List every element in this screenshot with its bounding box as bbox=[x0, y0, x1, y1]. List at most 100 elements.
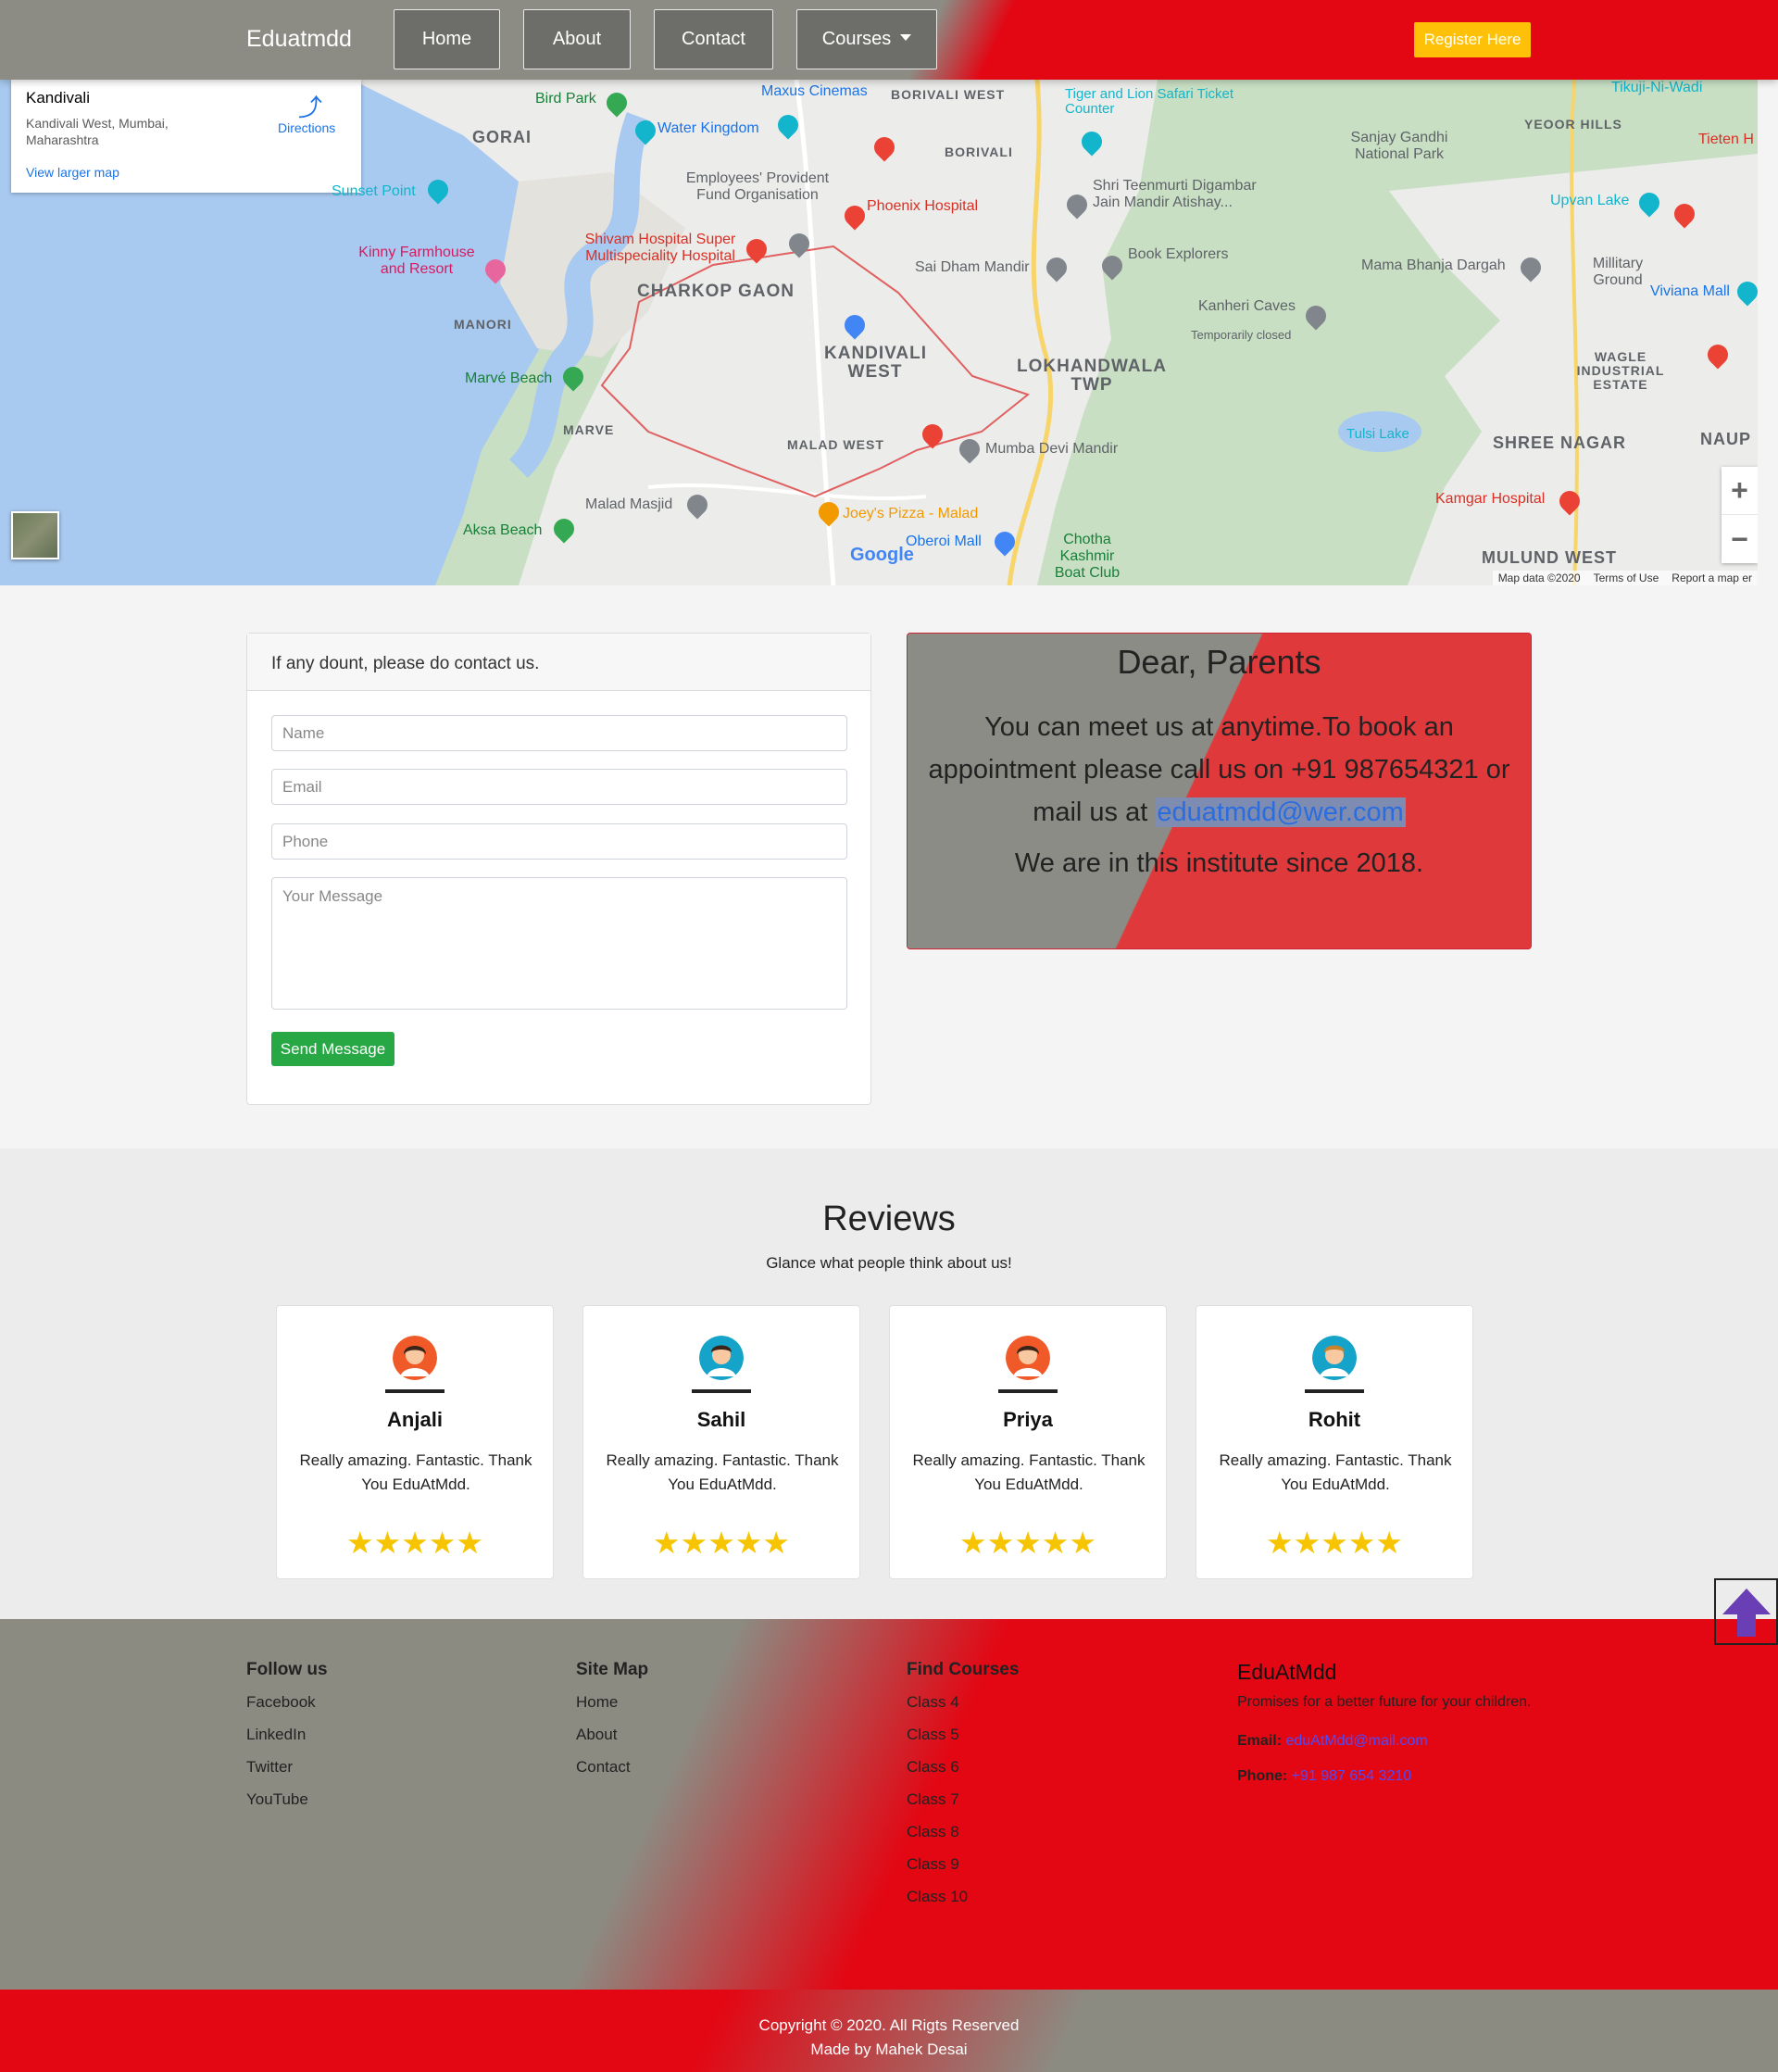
message-textarea[interactable]: Your Message bbox=[271, 877, 847, 1010]
zoom-in-button[interactable]: + bbox=[1722, 467, 1758, 515]
contact-section: If any dount, please do contact us. Name… bbox=[0, 585, 1778, 1149]
avatar-underline bbox=[1305, 1389, 1364, 1393]
map-label: Book Explorers bbox=[1128, 246, 1229, 262]
phone-input[interactable]: Phone bbox=[271, 823, 847, 860]
review-card: Rohit Really amazing. Fantastic. Thank Y… bbox=[1196, 1305, 1473, 1579]
footer-link-facebook[interactable]: Facebook bbox=[246, 1693, 328, 1714]
star-rating-icon: ★★★★★ bbox=[346, 1526, 483, 1560]
footer-link-twitter[interactable]: Twitter bbox=[246, 1758, 328, 1779]
reviews-section: Reviews Glance what people think about u… bbox=[0, 1149, 1778, 1619]
map-label: KANDIVALI WEST bbox=[824, 344, 928, 382]
nav-home[interactable]: Home bbox=[394, 9, 500, 69]
reviews-subtitle: Glance what people think about us! bbox=[766, 1254, 1012, 1272]
review-card: Sahil Really amazing. Fantastic. Thank Y… bbox=[582, 1305, 860, 1579]
footer-sitemap-title: Site Map bbox=[576, 1660, 649, 1679]
footer-link-class[interactable]: Class 4 bbox=[907, 1693, 1019, 1714]
footer-link-class[interactable]: Class 10 bbox=[907, 1888, 1019, 1909]
footer-link-class[interactable]: Class 8 bbox=[907, 1823, 1019, 1844]
review-text: Really amazing. Fantastic. Thank You Edu… bbox=[299, 1451, 532, 1493]
parents-since: We are in this institute since 2018. bbox=[1014, 848, 1424, 878]
map-label: Chotha Kashmir Boat Club bbox=[1054, 532, 1121, 581]
map-place-card: Kandivali Kandivali West, Mumbai, Mahara… bbox=[11, 80, 361, 193]
footer-link-youtube[interactable]: YouTube bbox=[246, 1790, 328, 1812]
map-label: Kanheri Caves bbox=[1198, 298, 1296, 314]
nav-about[interactable]: About bbox=[523, 9, 631, 69]
footer-link-home[interactable]: Home bbox=[576, 1693, 648, 1714]
footer-brand: EduAtMdd Promises for a better future fo… bbox=[1237, 1660, 1543, 1785]
navbar: Eduatmdd Home About Contact Courses Regi… bbox=[0, 0, 1778, 80]
star-rating-icon: ★★★★★ bbox=[653, 1526, 790, 1560]
footer-link-about[interactable]: About bbox=[576, 1726, 648, 1747]
send-message-button[interactable]: Send Message bbox=[271, 1032, 394, 1066]
map-label: WAGLE INDUSTRIAL ESTATE bbox=[1576, 349, 1665, 392]
map-label: Mama Bhanja Dargah bbox=[1361, 257, 1506, 273]
caret-down-icon bbox=[900, 34, 912, 41]
map-label: MANORI bbox=[454, 317, 512, 332]
email-input[interactable]: Email bbox=[271, 769, 847, 805]
footer-link-class[interactable]: Class 5 bbox=[907, 1726, 1019, 1747]
footer-brand-tagline: Promises for a better future for your ch… bbox=[1237, 1694, 1532, 1710]
parents-body: You can meet us at anytime.To book an ap… bbox=[926, 706, 1512, 834]
place-address: Kandivali West, Mumbai, Maharashtra bbox=[26, 116, 169, 147]
map-label: Tulsi Lake bbox=[1346, 426, 1409, 442]
review-text: Really amazing. Fantastic. Thank You Edu… bbox=[606, 1451, 839, 1493]
copyright-bar: Copyright © 2020. All Rigts Reserved Mad… bbox=[0, 1990, 1778, 2072]
map-label: Tikuji-Ni-Wadi bbox=[1611, 80, 1703, 95]
map-label: Phoenix Hospital bbox=[867, 198, 979, 214]
nav-contact[interactable]: Contact bbox=[654, 9, 773, 69]
directions-icon[interactable]: ⤴ bbox=[296, 89, 324, 121]
footer-phone: Phone: +91 987 654 3210 bbox=[1237, 1768, 1543, 1785]
map-label: Viviana Mall bbox=[1650, 283, 1730, 299]
map-label: Temporarily closed bbox=[1191, 328, 1292, 342]
map-label: Bird Park bbox=[535, 91, 596, 107]
review-text: Really amazing. Fantastic. Thank You Edu… bbox=[912, 1451, 1146, 1493]
reviewer-name: Anjali bbox=[387, 1408, 443, 1431]
footer-courses-title: Find Courses bbox=[907, 1660, 1020, 1679]
map-label: BORIVALI bbox=[945, 144, 1013, 159]
terms-link[interactable]: Terms of Use bbox=[1594, 571, 1659, 584]
map-label: Aksa Beach bbox=[463, 522, 543, 538]
footer-follow-title: Follow us bbox=[246, 1660, 328, 1679]
reviews-title: Reviews bbox=[822, 1199, 956, 1238]
parents-title: Dear, Parents bbox=[1117, 643, 1321, 681]
google-logo: Google bbox=[850, 545, 914, 565]
embedded-map[interactable]: Kandivali Kandivali West, Mumbai, Mahara… bbox=[0, 80, 1758, 585]
footer-phone-link[interactable]: +91 987 654 3210 bbox=[1292, 1768, 1411, 1784]
map-label: YEOOR HILLS bbox=[1524, 117, 1622, 132]
map-footer: Map data ©2020 Terms of Use Report a map… bbox=[1492, 571, 1758, 585]
map-zoom-controls: + − bbox=[1722, 467, 1758, 563]
name-input[interactable]: Name bbox=[271, 715, 847, 751]
view-larger-map-link[interactable]: View larger map bbox=[26, 165, 119, 180]
review-card: Priya Really amazing. Fantastic. Thank Y… bbox=[889, 1305, 1167, 1579]
report-error-link[interactable]: Report a map er bbox=[1672, 571, 1752, 584]
scroll-to-top-button[interactable] bbox=[1714, 1578, 1778, 1645]
avatar-underline bbox=[692, 1389, 751, 1393]
reviewer-name: Priya bbox=[1003, 1408, 1053, 1431]
place-title: Kandivali bbox=[26, 89, 90, 107]
map-label: Tiger and Lion Safari Ticket Counter bbox=[1065, 86, 1234, 117]
brand-logo[interactable]: Eduatmdd bbox=[246, 26, 352, 53]
nav-courses-dropdown[interactable]: Courses bbox=[796, 9, 937, 69]
parents-email-link[interactable]: eduatmdd@wer.com bbox=[1155, 797, 1406, 827]
reviewer-name: Rohit bbox=[1308, 1408, 1361, 1431]
star-rating-icon: ★★★★★ bbox=[1266, 1526, 1403, 1560]
footer-courses: Find Courses Class 4 Class 5 Class 6 Cla… bbox=[907, 1660, 1019, 1920]
zoom-out-button[interactable]: − bbox=[1722, 515, 1758, 563]
footer-sitemap: Site Map Home About Contact bbox=[576, 1660, 648, 1790]
register-button[interactable]: Register Here bbox=[1414, 22, 1531, 57]
footer-link-class[interactable]: Class 7 bbox=[907, 1790, 1019, 1812]
directions-link[interactable]: Directions bbox=[278, 120, 335, 135]
footer-email-link[interactable]: eduAtMdd@mail.com bbox=[1285, 1733, 1427, 1749]
footer-brand-name: EduAtMdd bbox=[1237, 1660, 1337, 1684]
map-label: BORIVALI WEST bbox=[891, 87, 1006, 102]
arrow-up-icon bbox=[1722, 1589, 1771, 1637]
footer-link-class[interactable]: Class 9 bbox=[907, 1855, 1019, 1877]
map-label: Sai Dham Mandir bbox=[915, 259, 1030, 275]
satellite-toggle[interactable] bbox=[11, 511, 59, 559]
footer-link-class[interactable]: Class 6 bbox=[907, 1758, 1019, 1779]
contact-form: If any dount, please do contact us. Name… bbox=[246, 633, 871, 1105]
star-rating-icon: ★★★★★ bbox=[959, 1526, 1096, 1560]
footer-link-linkedin[interactable]: LinkedIn bbox=[246, 1726, 328, 1747]
map-label: Mumba Devi Mandir bbox=[985, 441, 1119, 457]
footer-link-contact[interactable]: Contact bbox=[576, 1758, 648, 1779]
